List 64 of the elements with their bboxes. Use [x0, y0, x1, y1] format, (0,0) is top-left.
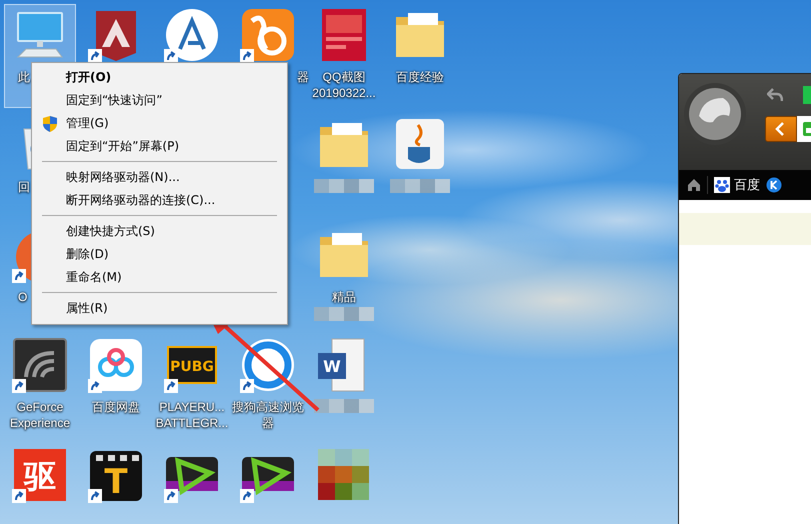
cloud-icon[interactable]: [90, 339, 142, 391]
menu-item[interactable]: 创建快捷方式(S): [34, 220, 285, 243]
game-logo-icon[interactable]: [167, 346, 217, 384]
menu-item[interactable]: 断开网络驱动器的连接(C)...: [34, 189, 285, 212]
coffee-cup-icon[interactable]: [396, 119, 444, 169]
logo-text: T: [104, 462, 128, 502]
menu-item[interactable]: 固定到“快速访问”: [34, 89, 285, 112]
shortcut-arrow-icon: [164, 49, 178, 63]
mosaic-patch: [314, 399, 374, 413]
mosaic-patch: [390, 179, 450, 193]
folder-icon[interactable]: [320, 233, 368, 277]
menu-item[interactable]: 固定到“开始”屏幕(P): [34, 135, 285, 158]
icon-label: PLAYERU... BATTLEGR...: [155, 399, 229, 431]
squirrel-logo-icon[interactable]: [242, 9, 294, 61]
icon-label: QQ截图 20190322...: [311, 69, 377, 101]
mosaic-patch: [314, 179, 374, 193]
shortcut-arrow-icon: [12, 269, 26, 283]
shortcut-arrow-icon: [164, 489, 178, 503]
menu-item[interactable]: 属性(R): [34, 297, 285, 320]
document-icon[interactable]: [318, 338, 364, 392]
menu-item[interactable]: 重命名(M): [34, 266, 285, 289]
menu-item[interactable]: 映射网络驱动器(N)...: [34, 166, 285, 189]
menu-item[interactable]: 删除(D): [34, 243, 285, 266]
icon-label: 此: [18, 69, 30, 85]
shortcut-arrow-icon: [164, 379, 178, 393]
icon-label: 回: [18, 179, 30, 195]
icon-label: 精品: [331, 289, 357, 305]
bookmark-link[interactable]: 百度: [734, 176, 760, 194]
chevron-left-icon: [775, 122, 785, 136]
logo-text: W: [323, 357, 341, 376]
play-logo-icon[interactable]: [242, 457, 294, 496]
shortcut-arrow-icon: [88, 49, 102, 63]
undo-icon[interactable]: [767, 88, 783, 102]
logo-text: 驱: [24, 457, 56, 495]
home-icon[interactable]: [687, 178, 701, 192]
shortcut-arrow-icon: [240, 379, 254, 393]
folder-icon[interactable]: [396, 13, 444, 57]
app-icon[interactable]: [13, 338, 67, 392]
folder-icon[interactable]: [320, 123, 368, 167]
paw-icon: [714, 177, 730, 193]
icon-label: 搜狗高速浏览器: [231, 399, 305, 431]
shortcut-arrow-icon: [240, 49, 254, 63]
back-button[interactable]: [765, 116, 797, 142]
mosaic-patch: [314, 307, 374, 321]
icon-label: O: [18, 289, 28, 305]
image-thumbnail[interactable]: [322, 9, 366, 61]
shortcut-arrow-icon: [88, 489, 102, 503]
icon-label: 百度经验: [395, 69, 445, 85]
icon-label: 器: [297, 69, 309, 85]
shield-icon: [43, 116, 57, 132]
app-icon[interactable]: [90, 451, 142, 501]
shortcut-arrow-icon: [12, 379, 26, 393]
shortcut-arrow-icon: [240, 489, 254, 503]
letter-k-icon: [766, 177, 782, 193]
icon-label: 百度网盘: [91, 399, 141, 415]
play-logo-icon[interactable]: [166, 457, 218, 496]
icon-label: GeForce Experience: [8, 399, 72, 431]
menu-item[interactable]: 管理(G): [34, 112, 285, 135]
browser-logo-icon[interactable]: [242, 339, 294, 391]
menu-item[interactable]: 打开(O): [34, 66, 285, 89]
shield-logo-icon[interactable]: [96, 11, 136, 61]
letter-a-logo-icon[interactable]: [166, 9, 218, 61]
mosaic-patch[interactable]: [318, 449, 369, 500]
logo-text: PUBG: [170, 359, 214, 375]
